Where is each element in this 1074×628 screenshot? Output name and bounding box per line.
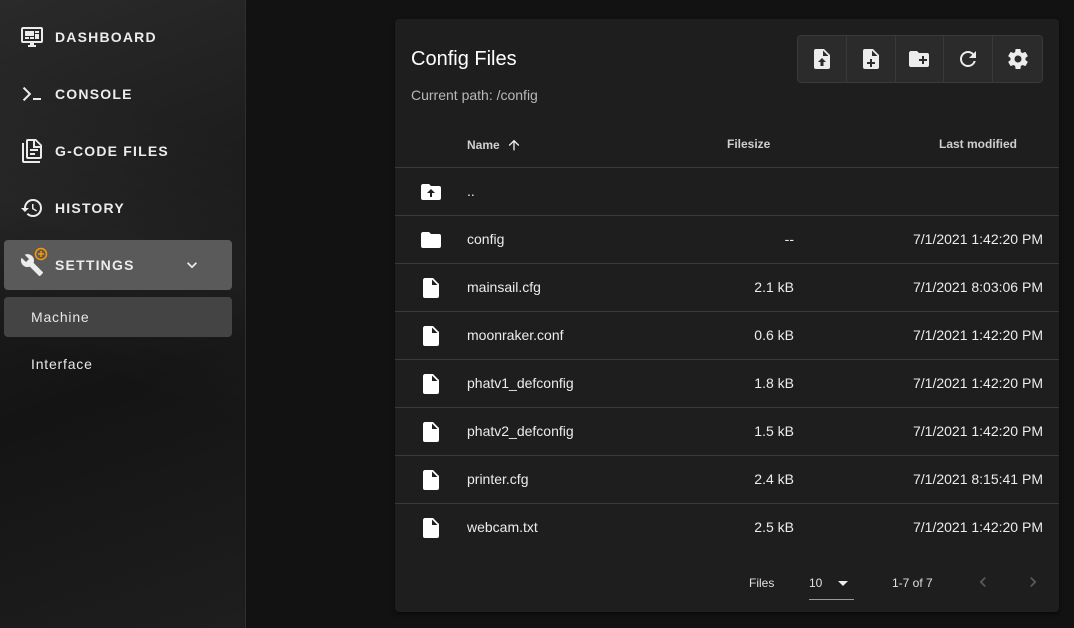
file-size: 1.5 kB	[754, 423, 794, 439]
config-files-card: Config Files Current path: /config Name …	[395, 19, 1059, 612]
settings-gear-icon	[1007, 49, 1028, 69]
column-header-last-modified[interactable]: Last modified	[939, 137, 1017, 151]
file-icon	[423, 374, 439, 394]
upload-file-button[interactable]	[798, 36, 847, 82]
wrench-icon	[20, 247, 48, 277]
monitor-dashboard-icon	[20, 25, 44, 49]
folder-up-icon	[421, 184, 441, 200]
sidebar-item-label: G-CODE FILES	[55, 143, 169, 159]
file-name: webcam.txt	[467, 519, 538, 535]
column-header-name[interactable]: Name	[467, 137, 522, 153]
file-size: 0.6 kB	[754, 327, 794, 343]
file-modified: 7/1/2021 1:42:20 PM	[913, 519, 1043, 535]
file-modified: 7/1/2021 8:15:41 PM	[913, 471, 1043, 487]
sidebar-item-gcode-files[interactable]: G-CODE FILES	[4, 126, 232, 176]
files-table: Name Filesize Last modified .. config --…	[395, 120, 1059, 552]
file-icon	[423, 422, 439, 442]
file-size: 1.8 kB	[754, 375, 794, 391]
file-size: --	[784, 231, 794, 247]
sidebar-item-label: CONSOLE	[55, 86, 133, 102]
table-row[interactable]: mainsail.cfg 2.1 kB 7/1/2021 8:03:06 PM	[395, 264, 1059, 312]
file-size: 2.1 kB	[754, 279, 794, 295]
file-size: 2.4 kB	[754, 471, 794, 487]
previous-page-button[interactable]	[971, 570, 995, 594]
sidebar-item-console[interactable]: CONSOLE	[4, 69, 232, 119]
file-name: config	[467, 231, 505, 247]
create-file-button[interactable]	[846, 36, 896, 82]
file-modified: 7/1/2021 8:03:06 PM	[913, 279, 1043, 295]
console-icon	[20, 82, 44, 106]
file-modified: 7/1/2021 1:42:20 PM	[913, 423, 1043, 439]
current-path: Current path: /config	[411, 87, 538, 103]
file-name: phatv2_defconfig	[467, 423, 574, 439]
page-range: 1-7 of 7	[892, 576, 933, 590]
table-row[interactable]: printer.cfg 2.4 kB 7/1/2021 8:15:41 PM	[395, 456, 1059, 504]
table-row[interactable]: config -- 7/1/2021 1:42:20 PM	[395, 216, 1059, 264]
file-name: printer.cfg	[467, 471, 529, 487]
chevron-down-icon	[187, 262, 197, 269]
file-name: phatv1_defconfig	[467, 375, 574, 391]
file-name: mainsail.cfg	[467, 279, 541, 295]
settings-button[interactable]	[993, 36, 1042, 82]
folder-plus-icon	[909, 51, 930, 67]
sidebar-subitem-label: Machine	[31, 309, 90, 325]
file-toolbar	[797, 35, 1043, 83]
sidebar-item-history[interactable]: HISTORY	[4, 183, 232, 233]
file-name: moonraker.conf	[467, 327, 564, 343]
sidebar-item-dashboard[interactable]: DASHBOARD	[4, 12, 232, 62]
table-footer: Files 10 1-7 of 7	[395, 554, 1059, 612]
sidebar-item-label: SETTINGS	[55, 257, 135, 273]
arrow-up-icon	[508, 139, 519, 151]
table-row[interactable]: ..	[395, 168, 1059, 216]
history-icon	[20, 196, 44, 220]
per-page-label: Files	[749, 576, 775, 590]
file-size: 2.5 kB	[754, 519, 794, 535]
refresh-button[interactable]	[944, 36, 994, 82]
file-icon	[423, 470, 439, 490]
file-plus-icon	[862, 49, 879, 69]
file-name: ..	[467, 183, 475, 199]
file-modified: 7/1/2021 1:42:20 PM	[913, 375, 1043, 391]
table-header: Name Filesize Last modified	[395, 120, 1059, 168]
folder-icon	[421, 232, 441, 248]
column-header-name-label: Name	[467, 138, 500, 152]
create-folder-button[interactable]	[895, 36, 945, 82]
update-badge-icon	[34, 247, 48, 261]
table-row[interactable]: phatv1_defconfig 1.8 kB 7/1/2021 1:42:20…	[395, 360, 1059, 408]
per-page-value: 10	[809, 576, 823, 590]
table-row[interactable]: webcam.txt 2.5 kB 7/1/2021 1:42:20 PM	[395, 504, 1059, 552]
per-page-select[interactable]: 10	[809, 568, 854, 600]
file-document-icon	[20, 139, 44, 163]
refresh-icon	[960, 51, 977, 67]
caret-down-icon	[838, 581, 848, 586]
sidebar: DASHBOARD CONSOLE G-CODE FILES HISTORY S…	[0, 0, 246, 628]
chevron-left-icon	[979, 577, 986, 587]
sidebar-subitem-label: Interface	[31, 356, 93, 372]
sidebar-item-label: DASHBOARD	[55, 29, 157, 45]
next-page-button[interactable]	[1021, 570, 1045, 594]
table-row[interactable]: phatv2_defconfig 1.5 kB 7/1/2021 1:42:20…	[395, 408, 1059, 456]
sidebar-item-label: HISTORY	[55, 200, 125, 216]
file-modified: 7/1/2021 1:42:20 PM	[913, 327, 1043, 343]
file-icon	[423, 278, 439, 298]
chevron-right-icon	[1030, 577, 1037, 587]
table-row[interactable]: moonraker.conf 0.6 kB 7/1/2021 1:42:20 P…	[395, 312, 1059, 360]
column-header-filesize[interactable]: Filesize	[727, 137, 770, 151]
sidebar-subitem-machine[interactable]: Machine	[4, 297, 232, 337]
file-modified: 7/1/2021 1:42:20 PM	[913, 231, 1043, 247]
sidebar-subitem-interface[interactable]: Interface	[4, 344, 232, 384]
file-icon	[423, 326, 439, 346]
card-title: Config Files	[411, 48, 517, 70]
file-upload-icon	[813, 49, 830, 69]
file-icon	[423, 518, 439, 538]
sidebar-item-settings[interactable]: SETTINGS	[4, 240, 232, 290]
